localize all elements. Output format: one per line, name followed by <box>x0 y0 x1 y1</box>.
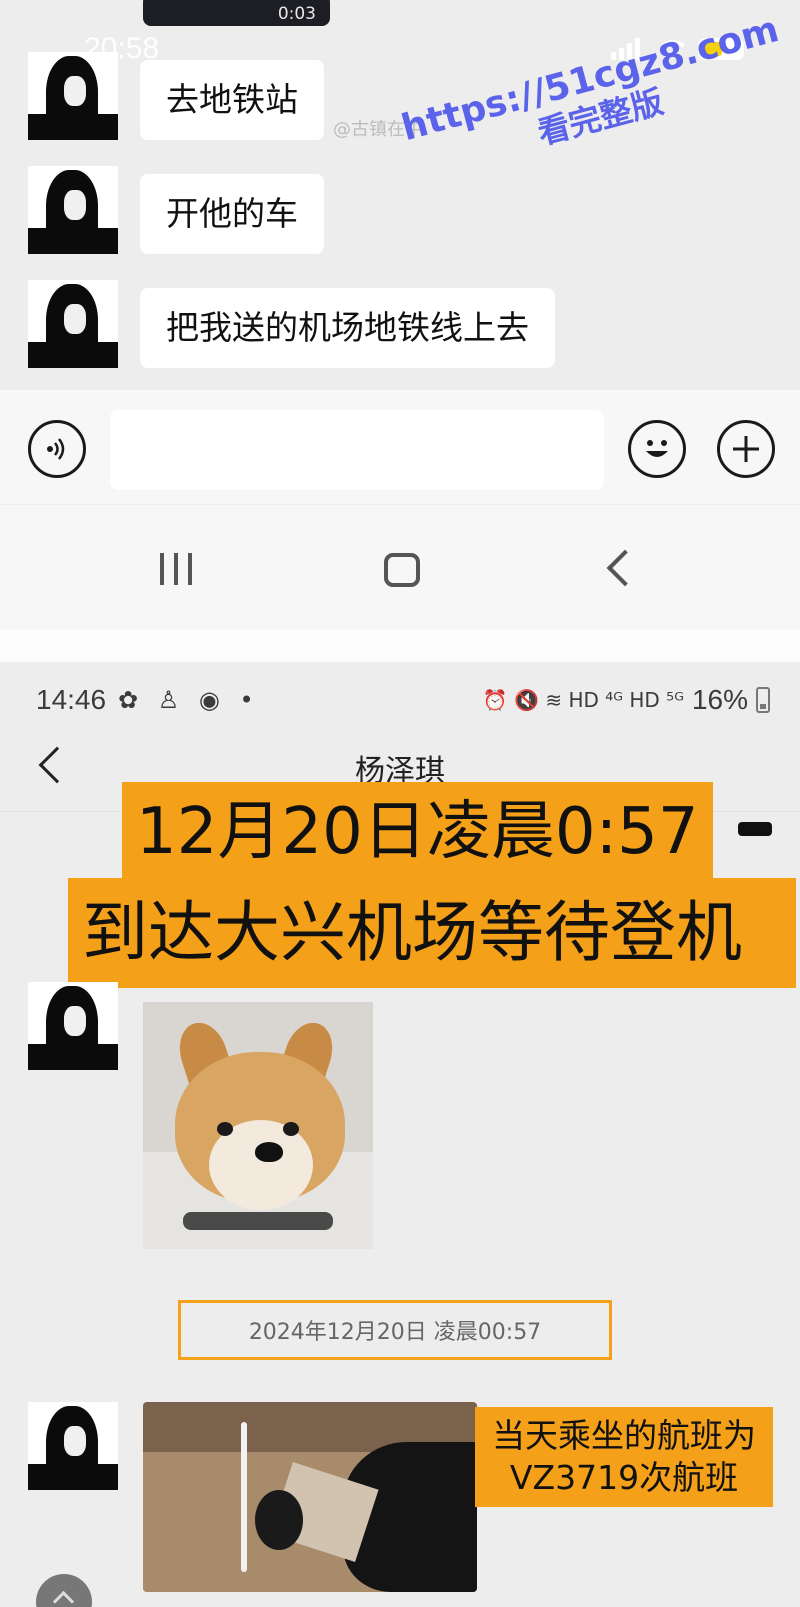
avatar[interactable] <box>28 982 118 1070</box>
status-indicator-icons: ⏰ 🔇 ≋ HD ⁴ᴳ HD ⁵ᴳ <box>482 688 684 712</box>
message-row: 把我送的机场地铁线上去 <box>28 280 555 368</box>
photo-message[interactable] <box>143 1402 477 1592</box>
message-input[interactable] <box>110 410 604 490</box>
message-bubble[interactable]: 去地铁站 <box>140 60 324 140</box>
chat-input-bar <box>0 390 800 504</box>
message-row: 开他的车 <box>28 166 324 254</box>
avatar[interactable] <box>28 166 118 254</box>
message-bubble[interactable]: 把我送的机场地铁线上去 <box>140 288 555 368</box>
recent-apps-icon[interactable] <box>160 553 192 585</box>
home-icon[interactable] <box>384 553 420 587</box>
avatar[interactable] <box>28 1402 118 1490</box>
avatar[interactable] <box>28 280 118 368</box>
notification-icons: ✿ ♙ ◉ • <box>118 686 260 714</box>
battery-icon <box>756 687 770 713</box>
video-thumbnail[interactable]: 0:03 <box>143 0 330 26</box>
top-chat-screenshot: 0:03 20:58 去地铁站 开他的车 把我送的机场地铁线上去 @古镇在中 h… <box>0 0 800 630</box>
system-nav-bar <box>0 504 800 630</box>
battery-percent: 16% <box>691 684 748 715</box>
emoji-icon[interactable] <box>628 420 686 478</box>
caption-line-1: 12月20日凌晨0:57 <box>122 782 713 882</box>
message-row: 去地铁站 <box>28 52 324 140</box>
scroll-up-button[interactable] <box>36 1574 92 1607</box>
voice-icon[interactable] <box>28 420 86 478</box>
status-time: 14:46 <box>36 684 107 715</box>
system-status-icons: ⏰ 🔇 ≋ HD ⁴ᴳ HD ⁵ᴳ 16% <box>483 684 770 716</box>
message-bubble[interactable]: 开他的车 <box>140 174 324 254</box>
flight-caption-line-2: VZ3719次航班 <box>509 1458 739 1497</box>
date-stamp: 2024年12月20日 凌晨00:57 <box>178 1300 612 1360</box>
caption-line-2: 到达大兴机场等待登机 <box>68 878 796 988</box>
flight-caption-line-1: 当天乘坐的航班为 <box>492 1416 756 1455</box>
bottom-chat-screenshot: 14:46 ✿ ♙ ◉ • ⏰ 🔇 ≋ HD ⁴ᴳ HD ⁵ᴳ 16% 杨泽琪 … <box>0 662 800 1607</box>
avatar[interactable] <box>28 52 118 140</box>
screenshot-divider <box>0 630 800 662</box>
back-icon[interactable] <box>606 549 644 587</box>
status-bar-bottom: 14:46 ✿ ♙ ◉ • ⏰ 🔇 ≋ HD ⁴ᴳ HD ⁵ᴳ 16% <box>0 662 800 742</box>
shiba-dog-sticker[interactable] <box>143 1002 373 1249</box>
caption-dash <box>738 822 772 836</box>
plus-icon[interactable] <box>717 420 775 478</box>
flight-caption: 当天乘坐的航班为 VZ3719次航班 <box>475 1407 773 1507</box>
video-duration: 0:03 <box>277 4 316 24</box>
